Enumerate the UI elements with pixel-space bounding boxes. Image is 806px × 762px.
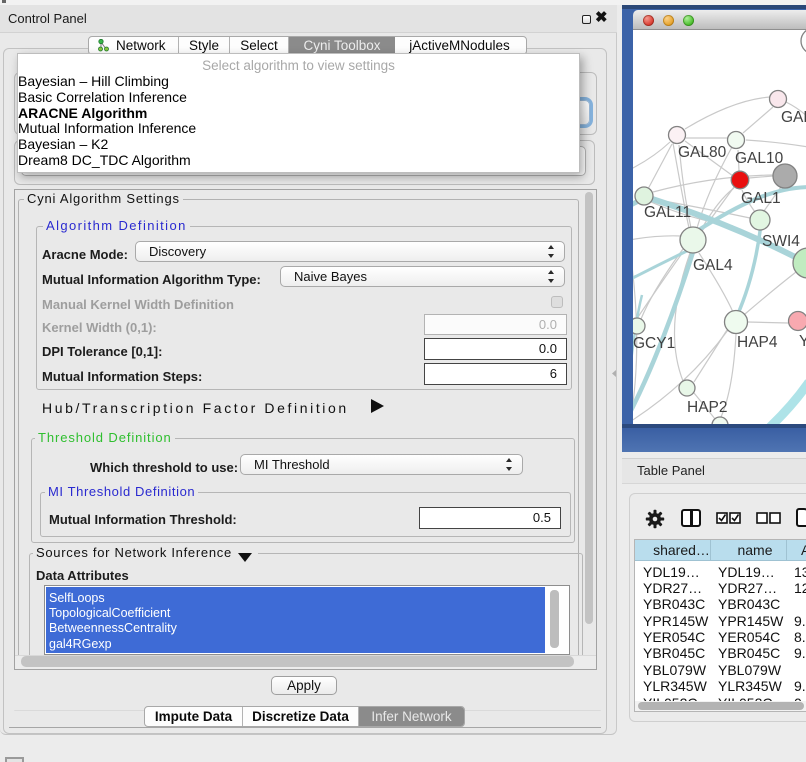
svg-text:HAP2: HAP2 (687, 399, 728, 416)
svg-text:GAL11: GAL11 (644, 204, 691, 221)
svg-text:HAP4: HAP4 (737, 334, 778, 351)
svg-text:GAL10: GAL10 (735, 150, 784, 167)
svg-text:GAL80: GAL80 (678, 144, 727, 161)
svg-text:GCY1: GCY1 (633, 335, 675, 352)
svg-text:SWI4: SWI4 (762, 233, 800, 250)
svg-text:GAL7: GAL7 (781, 109, 806, 126)
svg-text:GAL1: GAL1 (741, 190, 781, 207)
svg-text:GAL4: GAL4 (693, 257, 733, 274)
svg-text:Y: Y (799, 333, 806, 350)
